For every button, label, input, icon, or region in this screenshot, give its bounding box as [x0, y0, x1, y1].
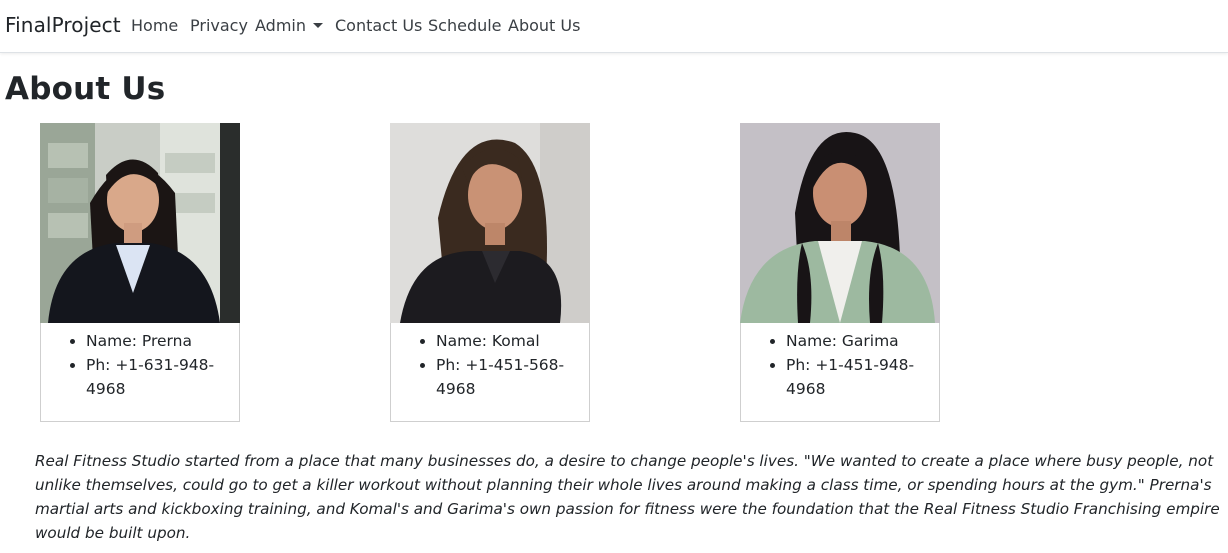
nav-privacy-link[interactable]: Privacy: [190, 16, 248, 35]
team-photo-prerna: [40, 123, 240, 323]
nav-admin-label: Admin: [255, 16, 306, 35]
team-info-list: Name: Komal Ph: +1-451-568-4968: [391, 329, 586, 401]
team-photo-garima: [740, 123, 940, 323]
about-description: Real Fitness Studio started from a place…: [35, 452, 1220, 542]
team-name: Name: Prerna: [86, 329, 236, 353]
team-card-prerna: Name: Prerna Ph: +1-631-948-4968: [40, 123, 240, 422]
nav-schedule-link[interactable]: Schedule: [428, 16, 502, 35]
brand-link[interactable]: FinalProject: [5, 13, 121, 37]
team-phone: Ph: +1-631-948-4968: [86, 353, 236, 401]
team-photo-komal: [390, 123, 590, 323]
nav-home-link[interactable]: Home: [131, 16, 178, 35]
top-navbar: FinalProject Home Privacy Admin Contact …: [0, 0, 1228, 53]
team-card-garima: Name: Garima Ph: +1-451-948-4968: [740, 123, 940, 422]
team-name: Name: Garima: [786, 329, 936, 353]
nav-about-link[interactable]: About Us: [508, 16, 580, 35]
team-name: Name: Komal: [436, 329, 586, 353]
team-info-list: Name: Prerna Ph: +1-631-948-4968: [41, 329, 236, 401]
team-info-list: Name: Garima Ph: +1-451-948-4968: [741, 329, 936, 401]
team-card-komal: Name: Komal Ph: +1-451-568-4968: [390, 123, 590, 422]
team-phone: Ph: +1-451-568-4968: [436, 353, 586, 401]
team-phone: Ph: +1-451-948-4968: [786, 353, 936, 401]
nav-contact-link[interactable]: Contact Us: [335, 16, 422, 35]
page-title: About Us: [5, 71, 166, 107]
chevron-down-icon: [313, 23, 323, 28]
nav-admin-dropdown[interactable]: Admin: [255, 16, 323, 35]
